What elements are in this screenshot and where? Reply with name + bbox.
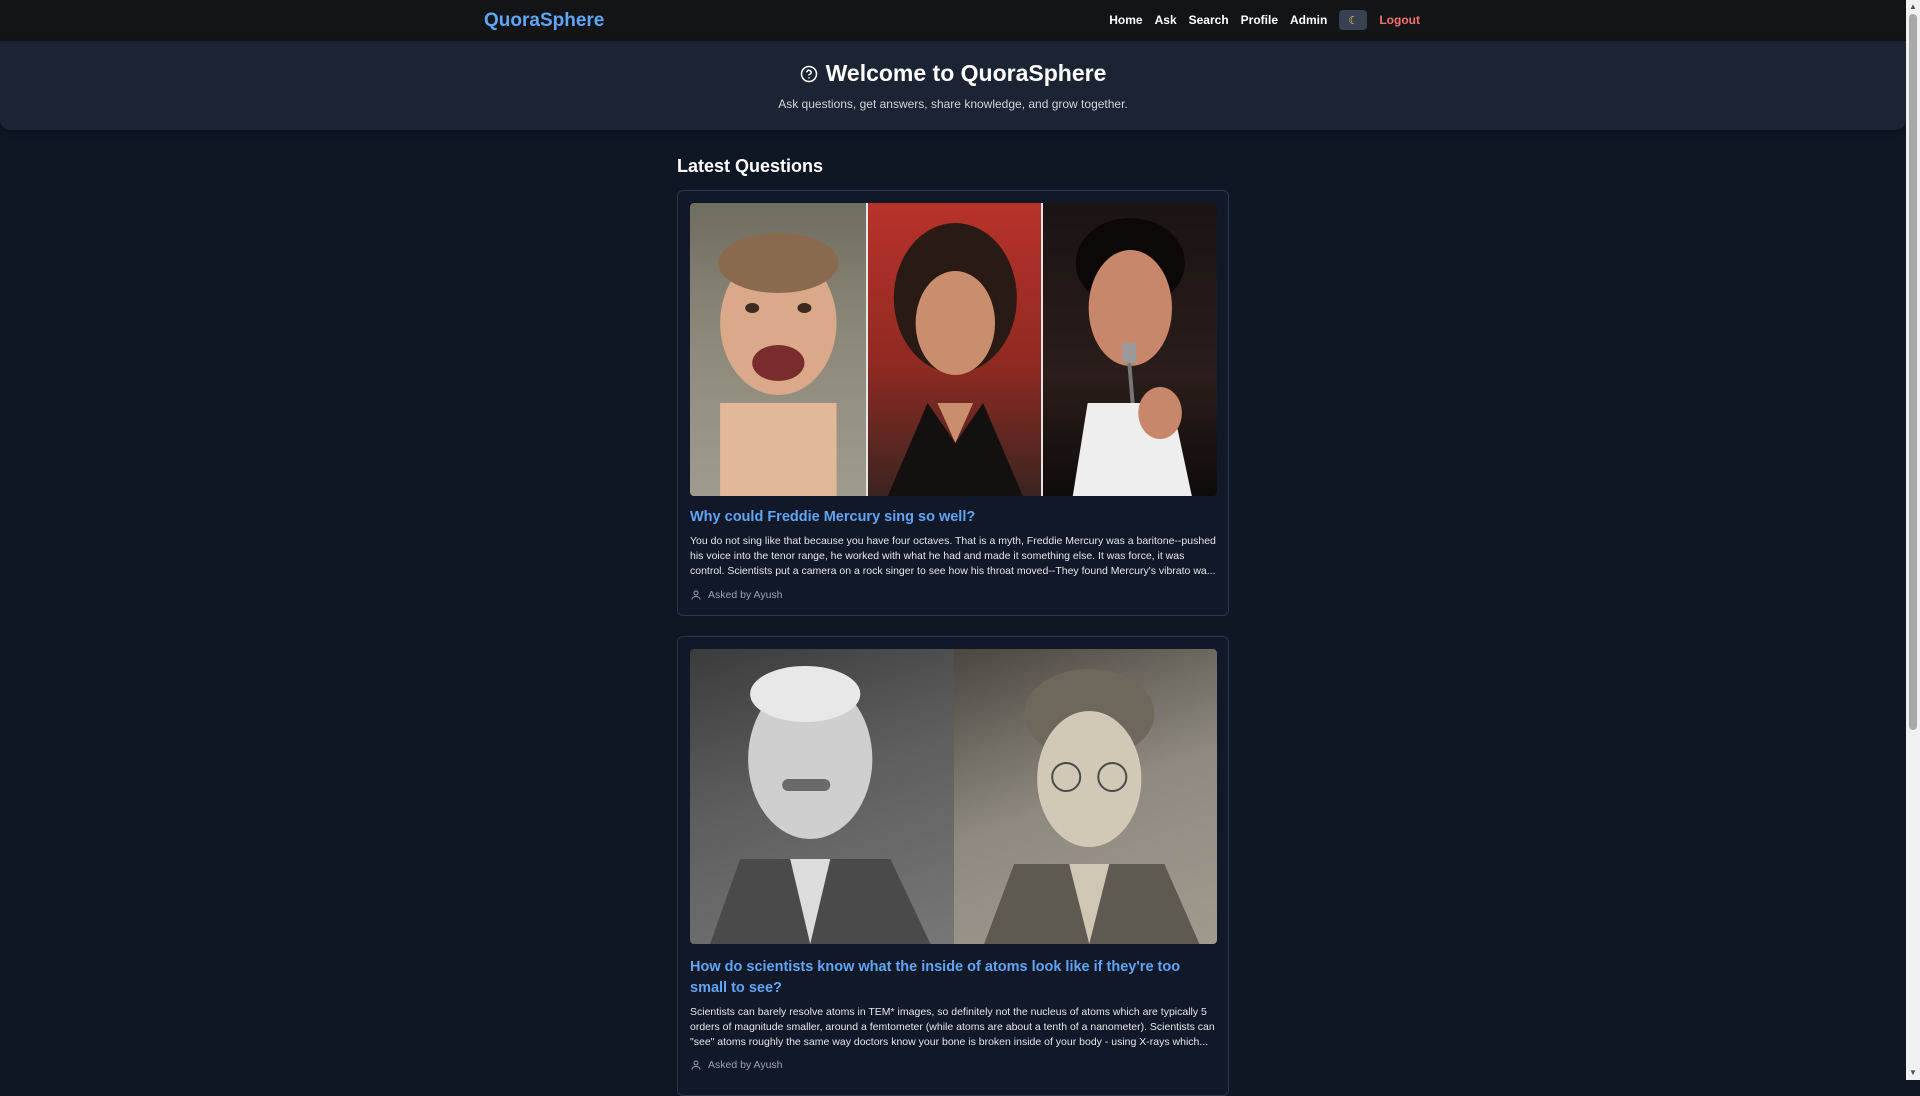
question-circle-icon [800, 65, 817, 82]
photo-panel [690, 649, 954, 944]
question-excerpt: Scientists can barely resolve atoms in T… [690, 1006, 1215, 1048]
page-scrollbar[interactable]: ▲ ▼ [1906, 0, 1920, 1080]
question-author: Asked by Ayush [690, 589, 783, 601]
theme-toggle-button[interactable]: ☾ [1339, 10, 1368, 30]
hero-title: Welcome to QuoraSphere [0, 60, 1906, 87]
hero-banner: Welcome to QuoraSphere Ask questions, ge… [0, 42, 1906, 130]
question-title-link[interactable]: Why could Freddie Mercury sing so well? [690, 507, 1216, 528]
brand-logo[interactable]: QuoraSphere [484, 10, 604, 32]
photo-panel [953, 649, 1217, 944]
nav-profile-link[interactable]: Profile [1241, 13, 1278, 27]
question-card[interactable]: Why could Freddie Mercury sing so well? … [677, 190, 1229, 616]
top-navbar: QuoraSphere Home Ask Search Profile Admi… [0, 0, 1906, 42]
question-excerpt: You do not sing like that because you ha… [690, 535, 1216, 577]
asked-by-text: Asked by Ayush [708, 1059, 783, 1071]
scroll-down-arrow-icon[interactable]: ▼ [1906, 1066, 1920, 1080]
user-icon [691, 590, 701, 600]
question-author: Asked by Ayush [690, 1059, 783, 1071]
photo-panel [865, 203, 1042, 496]
nav-admin-link[interactable]: Admin [1290, 13, 1327, 27]
photo-panel [690, 203, 866, 496]
nav-search-link[interactable]: Search [1189, 13, 1229, 27]
scrollbar-thumb[interactable] [1909, 14, 1917, 730]
question-image[interactable] [690, 649, 1217, 944]
photo-panel [1041, 203, 1217, 496]
asked-by-text: Asked by Ayush [708, 589, 783, 601]
hero-subtitle: Ask questions, get answers, share knowle… [778, 97, 1128, 111]
nav-home-link[interactable]: Home [1109, 13, 1142, 27]
question-title-link[interactable]: How do scientists know what the inside o… [690, 957, 1216, 999]
moon-icon: ☾ [1348, 14, 1359, 27]
nav-links: Home Ask Search Profile Admin ☾ Logout [1109, 10, 1420, 30]
question-card[interactable]: How do scientists know what the inside o… [677, 636, 1229, 1096]
user-icon [691, 1060, 701, 1070]
latest-questions-heading: Latest Questions [677, 156, 824, 176]
hero-title-text: Welcome to QuoraSphere [825, 60, 1107, 86]
nav-ask-link[interactable]: Ask [1155, 13, 1177, 27]
logout-link[interactable]: Logout [1379, 13, 1420, 27]
scroll-up-arrow-icon[interactable]: ▲ [1906, 0, 1920, 14]
question-image[interactable] [690, 203, 1217, 496]
